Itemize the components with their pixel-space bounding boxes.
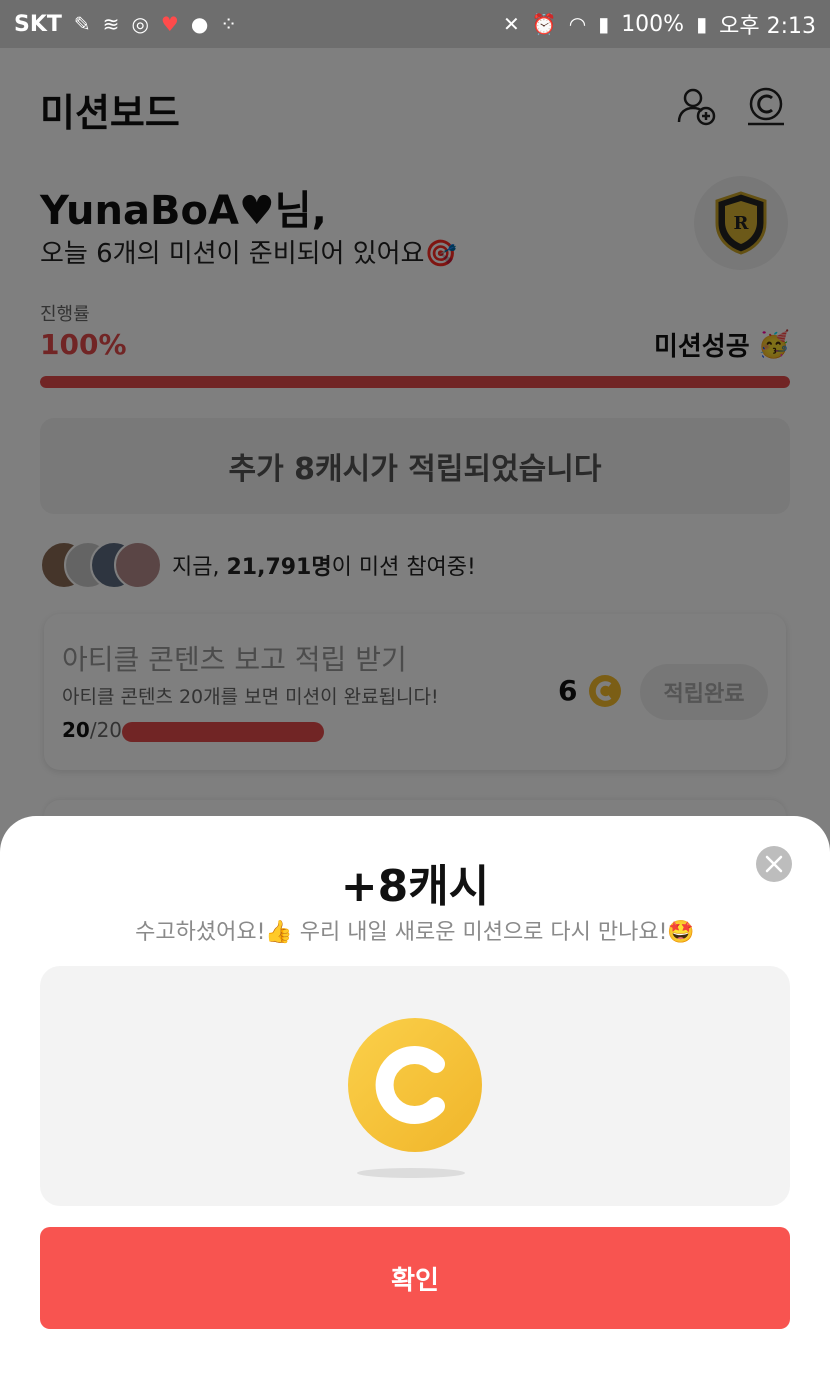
close-icon [765, 855, 783, 873]
heart-icon: ♥ [160, 12, 179, 36]
confirm-button[interactable]: 확인 [40, 1227, 790, 1329]
carrier-label: SKT [14, 11, 62, 37]
grid-icon: ⁘ [220, 12, 238, 36]
wave-icon: ≋ [102, 12, 120, 36]
wifi-icon: ◠ [568, 12, 587, 36]
bandage-icon: ✎ [73, 12, 91, 36]
status-bar: SKT ✎ ≋ ◎ ♥ ● ⁘ ✕ ⏰ ◠ ▮ 100% ▮ 오후 2:13 [0, 0, 830, 48]
mute-icon: ✕ [503, 12, 520, 36]
battery-percent: 100% [621, 11, 685, 37]
reward-subtitle: 수고하셨어요!👍 우리 내일 새로운 미션으로 다시 만나요!🤩 [135, 920, 695, 945]
alarm-icon: ⏰ [531, 12, 557, 36]
coin-icon [348, 1018, 482, 1152]
signal-icon: ▮ [598, 12, 610, 36]
lock-icon: ● [190, 12, 209, 36]
battery-icon: ▮ [696, 12, 708, 36]
coin-illustration-box [40, 966, 790, 1206]
reward-bottom-sheet: +8캐시 수고하셨어요!👍 우리 내일 새로운 미션으로 다시 만나요!🤩 확인 [0, 816, 830, 1390]
close-button[interactable] [756, 846, 792, 882]
coin-shadow [357, 1168, 465, 1178]
reward-title: +8캐시 [340, 861, 490, 912]
ok-circle-icon: ◎ [131, 12, 149, 36]
clock: 오후 2:13 [719, 14, 816, 39]
